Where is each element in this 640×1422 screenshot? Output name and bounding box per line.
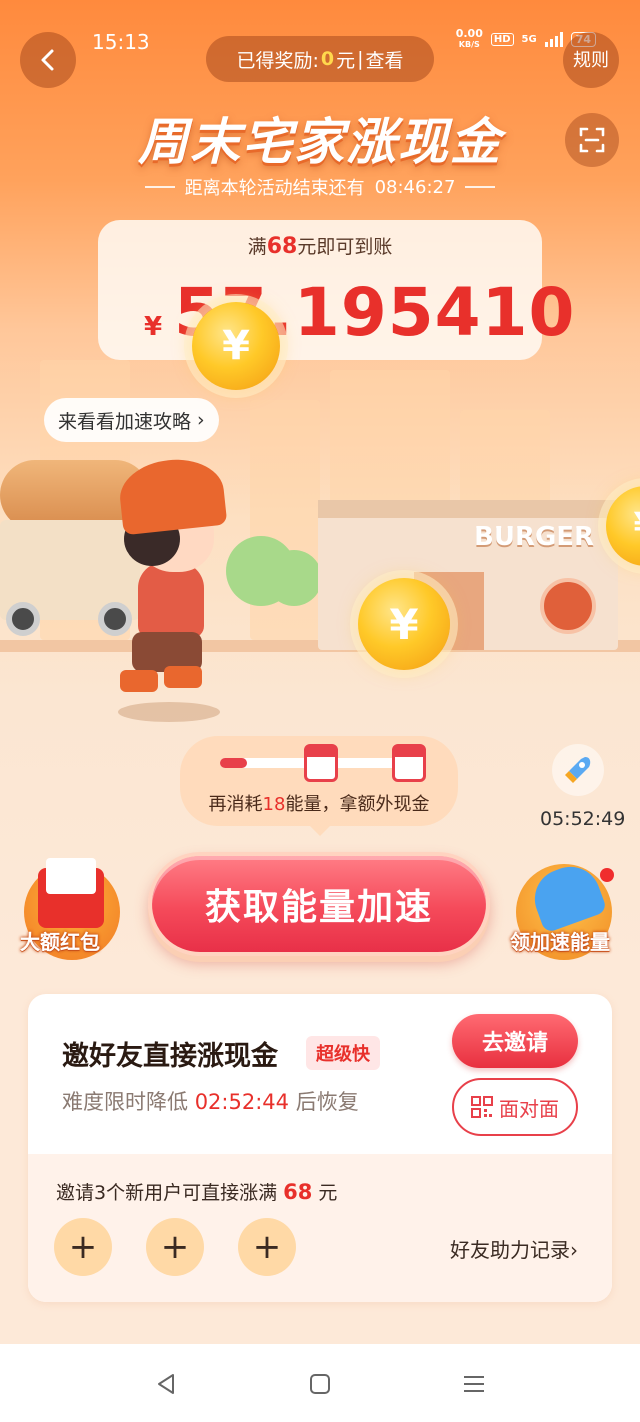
currency-symbol: ¥ <box>144 312 163 342</box>
invite-card: 邀好友直接涨现金 超级快 难度限时降低 02:52:44 后恢复 去邀请 面对面… <box>28 994 612 1302</box>
hd-icon: HD <box>490 32 514 46</box>
invite-sub-suffix: 后恢复 <box>289 1090 359 1114</box>
menu-icon <box>464 1376 484 1392</box>
reward-box-icon <box>392 744 426 782</box>
rules-label: 规则 <box>573 50 609 71</box>
net-speed: 0.00 KB/S <box>456 28 483 50</box>
shop-sign: BURGER <box>474 522 595 552</box>
invite-button[interactable]: 去邀请 <box>452 1014 578 1068</box>
tree <box>266 550 322 606</box>
coin-symbol: ¥ <box>222 323 250 369</box>
activity-countdown: 距离本轮活动结束还有 08:46:27 <box>0 174 640 200</box>
shop-roof <box>318 500 618 518</box>
signal-icon <box>544 31 563 47</box>
invite-badge: 超级快 <box>306 1036 380 1070</box>
truck-wheel <box>6 602 40 636</box>
net-speed-value: 0.00 <box>455 27 483 40</box>
invite-slot-button[interactable]: + <box>54 1218 112 1276</box>
qr-code-icon <box>471 1096 493 1118</box>
character-shoe <box>164 666 202 688</box>
face-to-face-label: 面对面 <box>499 1096 559 1121</box>
nav-home-button[interactable] <box>302 1366 338 1402</box>
rocket-glyph-icon <box>565 757 591 783</box>
progress-text-suffix: 能量，拿额外现金 <box>285 794 430 815</box>
rocket-timer: 05:52:49 <box>540 808 626 830</box>
invite-sub-prefix: 难度限时降低 <box>62 1090 195 1114</box>
reward-unit: 元 <box>336 49 356 72</box>
reward-view-link[interactable]: 查看 <box>366 46 404 73</box>
friend-help-record-link[interactable]: 好友助力记录› <box>450 1234 578 1263</box>
get-energy-boost-button[interactable]: 获取能量加速 <box>148 852 490 956</box>
claim-boost-energy-label: 领加速能量 <box>510 930 610 954</box>
cash-goal-amount: 68 <box>266 234 298 259</box>
invite-subtitle: 难度限时降低 02:52:44 后恢复 <box>62 1086 359 1116</box>
countdown-label: 距离本轮活动结束还有 <box>184 178 365 199</box>
energy-progress-fill <box>220 758 248 768</box>
coin-symbol: ¥ <box>389 599 419 649</box>
reward-box-icon <box>304 744 338 782</box>
rules-button[interactable]: 规则 <box>563 32 619 88</box>
system-nav-bar <box>0 1344 640 1422</box>
countdown-time: 08:46:27 <box>374 176 456 198</box>
reward-pill[interactable]: 已得奖励: 0 元 | 查看 <box>206 36 434 82</box>
triangle-back-icon <box>158 1374 174 1394</box>
invite-sub-time: 02:52:44 <box>194 1090 290 1114</box>
chevron-left-icon <box>41 49 54 71</box>
character-body <box>138 562 204 638</box>
coin-icon[interactable]: ¥ <box>358 578 450 670</box>
notification-dot <box>600 868 614 882</box>
invite-note-amount: 68 <box>283 1180 313 1204</box>
nav-back-button[interactable] <box>148 1366 184 1402</box>
big-red-packet-label: 大额红包 <box>20 930 100 954</box>
cash-goal: 满68元即可到账 <box>98 232 542 259</box>
invite-note-prefix: 邀请3个新用户可直接涨满 <box>56 1182 284 1204</box>
face-to-face-button[interactable]: 面对面 <box>452 1078 578 1136</box>
reward-separator: | <box>357 48 364 70</box>
strategy-tip-label: 来看看加速攻略 <box>58 410 192 433</box>
friend-help-record-label: 好友助力记录 <box>450 1238 570 1262</box>
square-home-icon <box>310 1374 330 1394</box>
invite-note: 邀请3个新用户可直接涨满 68 元 <box>56 1178 337 1205</box>
energy-progress-text: 再消耗18能量，拿额外现金 <box>180 790 458 816</box>
burger-badge-icon <box>540 578 596 634</box>
strategy-tip-button[interactable]: 来看看加速攻略 › <box>44 398 219 442</box>
energy-progress-bubble: 再消耗18能量，拿额外现金 <box>180 736 458 836</box>
coin-icon[interactable]: ¥ <box>192 302 280 390</box>
divider <box>144 186 175 188</box>
truck-wheel <box>98 602 132 636</box>
street-scene: BURGER <box>0 340 640 722</box>
reward-label: 已得奖励: <box>236 49 319 72</box>
reward-amount: 0 <box>320 48 335 70</box>
app-screen: 15:13 0.00 KB/S HD 5G 74 已得奖励: 0 元 | 查看 … <box>0 0 640 1422</box>
page-title: 周末宅家涨现金 <box>138 113 502 171</box>
invite-slot-button[interactable]: + <box>146 1218 204 1276</box>
progress-text-prefix: 再消耗 <box>208 794 263 815</box>
invite-title: 邀好友直接涨现金 <box>62 1041 278 1072</box>
nav-menu-button[interactable] <box>456 1366 492 1402</box>
net-speed-unit: KB/S <box>458 40 480 49</box>
progress-text-amount: 18 <box>262 794 286 815</box>
network-label: 5G <box>521 33 537 45</box>
character-shoe <box>120 670 158 692</box>
invite-note-suffix: 元 <box>312 1182 338 1204</box>
divider <box>465 186 496 188</box>
cash-card: 满68元即可到账 ¥ 57.195410 <box>98 220 574 360</box>
red-envelope-icon <box>38 858 104 928</box>
cash-goal-prefix: 满 <box>247 236 267 258</box>
character-shadow <box>118 702 220 722</box>
cash-goal-suffix: 元即可到账 <box>297 236 393 258</box>
chevron-right-icon: › <box>570 1238 578 1262</box>
status-time: 15:13 <box>92 30 150 54</box>
rocket-icon[interactable] <box>552 744 604 796</box>
invite-card-footer <box>28 1154 612 1302</box>
coin-symbol: ¥ <box>633 506 640 547</box>
invite-slot-button[interactable]: + <box>238 1218 296 1276</box>
back-button[interactable] <box>20 32 76 88</box>
chevron-right-icon: › <box>197 409 205 431</box>
